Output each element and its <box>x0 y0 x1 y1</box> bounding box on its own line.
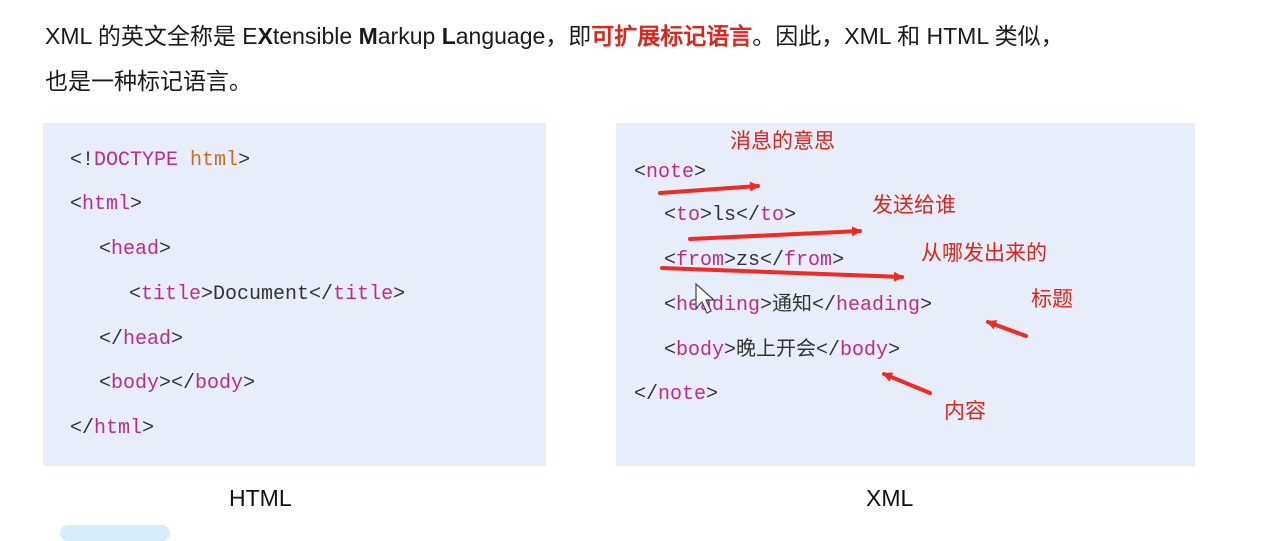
floating-bubble <box>60 525 170 541</box>
arrow-heading <box>986 320 1028 338</box>
html-caption: HTML <box>229 485 292 511</box>
mouse-cursor-icon <box>695 282 716 314</box>
arrow-note <box>658 181 760 195</box>
xml-caption: XML <box>866 485 914 511</box>
annotation-arrows <box>658 181 1028 395</box>
arrow-body <box>882 372 932 395</box>
arrow-to <box>688 226 862 241</box>
arrow-from <box>660 266 904 282</box>
